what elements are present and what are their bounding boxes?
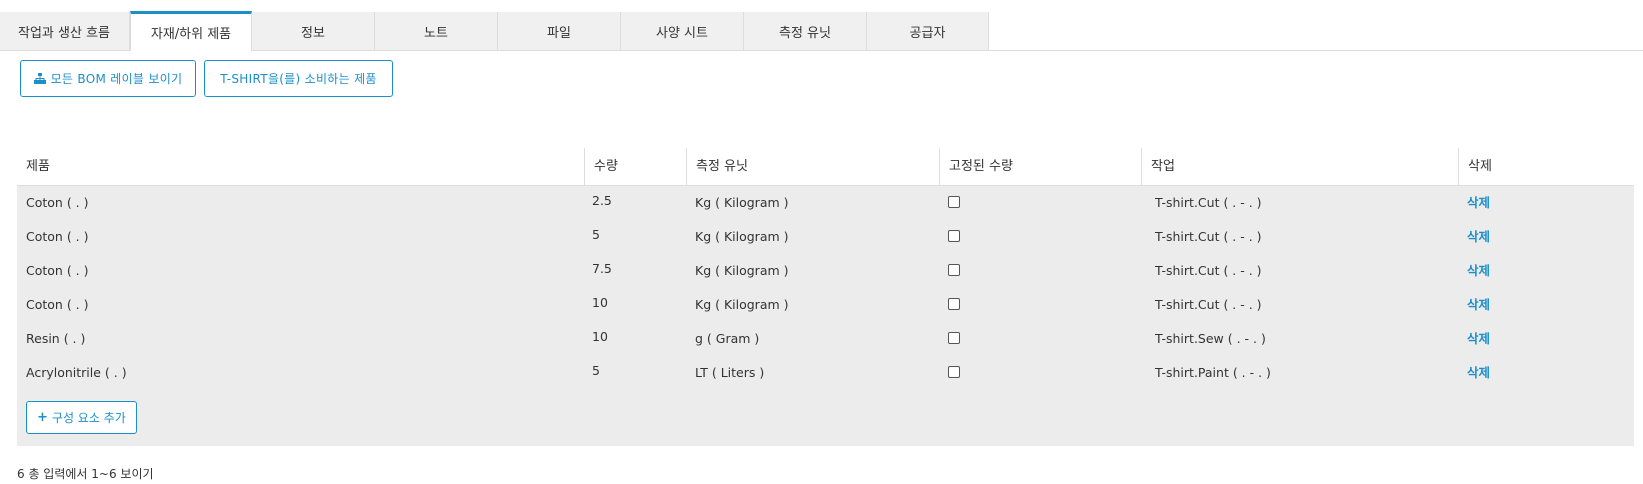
products-consuming-button[interactable]: T-SHIRT을(를) 소비하는 제품 [204,60,393,97]
delete-link[interactable]: 삭제 [1467,229,1490,244]
product-cell: Coton ( . ) [26,195,89,210]
fixed-quantity-checkbox[interactable] [948,332,960,344]
quantity-cell: 2.5 [592,193,612,208]
tab-suppliers[interactable]: 공급자 [867,12,989,50]
tab-bar: 작업과 생산 흐름 자재/하위 제품 정보 노트 파일 사양 시트 측정 유닛 … [0,11,1643,51]
operation-cell: T-shirt.Sew ( . - . ) [1155,331,1266,346]
delete-link[interactable]: 삭제 [1467,263,1490,278]
column-header-fixed-quantity[interactable]: 고정된 수량 [939,148,1141,186]
uom-cell: Kg ( Kilogram ) [695,195,789,210]
show-all-bom-levels-label: 모든 BOM 레이블 보이기 [50,72,183,86]
delete-cell: 삭제 [1458,288,1634,322]
column-header-product[interactable]: 제품 [17,148,584,186]
fixed-quantity-cell [939,356,1141,390]
delete-cell: 삭제 [1458,356,1634,390]
table-row: Coton ( . ) 5 Kg ( Kilogram ) T-shirt.Cu… [17,220,1634,254]
components-table: 제품 수량 측정 유닛 고정된 수량 작업 삭제 Coton ( . ) 2.5… [17,148,1634,446]
plus-icon: + [37,410,48,425]
table-row: Resin ( . ) 10 g ( Gram ) T-shirt.Sew ( … [17,322,1634,356]
delete-cell: 삭제 [1458,186,1634,220]
quantity-cell: 5 [592,227,600,242]
uom-cell: Kg ( Kilogram ) [695,297,789,312]
tab-label: 노트 [424,25,448,41]
table-header: 제품 수량 측정 유닛 고정된 수량 작업 삭제 [17,148,1634,186]
fixed-quantity-cell [939,186,1141,220]
quantity-cell: 10 [592,295,608,310]
tab-label: 자재/하위 제품 [150,27,232,42]
product-cell: Resin ( . ) [26,331,86,346]
delete-link[interactable]: 삭제 [1467,365,1490,380]
uom-cell: Kg ( Kilogram ) [695,229,789,244]
operation-cell: T-shirt.Paint ( . - . ) [1155,365,1271,380]
tab-info[interactable]: 정보 [252,12,375,50]
delete-cell: 삭제 [1458,220,1634,254]
column-header-quantity[interactable]: 수량 [584,148,686,186]
product-cell: Coton ( . ) [26,297,89,312]
table-row: Coton ( . ) 7.5 Kg ( Kilogram ) T-shirt.… [17,254,1634,288]
product-cell: Acrylonitrile ( . ) [26,365,127,380]
table-body: Coton ( . ) 2.5 Kg ( Kilogram ) T-shirt.… [17,186,1634,446]
fixed-quantity-checkbox[interactable] [948,196,960,208]
add-component-button[interactable]: + 구성 요소 추가 [26,401,137,434]
tab-notes[interactable]: 노트 [375,12,498,50]
tab-operations-flow[interactable]: 작업과 생산 흐름 [0,12,130,50]
table-footer-row: + 구성 요소 추가 [17,390,1634,446]
quantity-cell: 7.5 [592,261,612,276]
fixed-quantity-checkbox[interactable] [948,298,960,310]
product-cell: Coton ( . ) [26,263,89,278]
sitemap-icon [33,73,46,84]
fixed-quantity-checkbox[interactable] [948,264,960,276]
delete-link[interactable]: 삭제 [1467,331,1490,346]
uom-cell: Kg ( Kilogram ) [695,263,789,278]
pagination-summary: 6 총 입력에서 1~6 보이기 [17,467,154,481]
column-header-delete: 삭제 [1458,148,1634,186]
fixed-quantity-cell [939,322,1141,356]
tab-files[interactable]: 파일 [498,12,621,50]
fixed-quantity-checkbox[interactable] [948,366,960,378]
fixed-quantity-cell [939,288,1141,322]
add-component-label: 구성 요소 추가 [51,411,126,425]
tab-label: 공급자 [909,25,946,41]
tab-label: 파일 [547,25,571,41]
fixed-quantity-checkbox[interactable] [948,230,960,242]
tab-label: 사양 시트 [656,25,708,41]
table-row: Coton ( . ) 2.5 Kg ( Kilogram ) T-shirt.… [17,186,1634,220]
product-cell: Coton ( . ) [26,229,89,244]
fixed-quantity-cell [939,254,1141,288]
operation-cell: T-shirt.Cut ( . - . ) [1155,297,1262,312]
tab-label: 측정 유닛 [779,25,831,41]
tab-label: 정보 [301,25,325,41]
tab-label: 작업과 생산 흐름 [18,25,110,41]
operation-cell: T-shirt.Cut ( . - . ) [1155,263,1262,278]
operation-cell: T-shirt.Cut ( . - . ) [1155,195,1262,210]
operation-cell: T-shirt.Cut ( . - . ) [1155,229,1262,244]
delete-link[interactable]: 삭제 [1467,195,1490,210]
tab-units-of-measure[interactable]: 측정 유닛 [744,12,867,50]
uom-cell: g ( Gram ) [695,331,760,346]
show-all-bom-levels-button[interactable]: 모든 BOM 레이블 보이기 [20,60,196,97]
quantity-cell: 10 [592,329,608,344]
table-row: Acrylonitrile ( . ) 5 LT ( Liters ) T-sh… [17,356,1634,390]
delete-cell: 삭제 [1458,322,1634,356]
delete-cell: 삭제 [1458,254,1634,288]
quantity-cell: 5 [592,363,600,378]
uom-cell: LT ( Liters ) [695,365,765,380]
fixed-quantity-cell [939,220,1141,254]
column-header-uom[interactable]: 측정 유닛 [686,148,939,186]
table-row: Coton ( . ) 10 Kg ( Kilogram ) T-shirt.C… [17,288,1634,322]
products-consuming-label: T-SHIRT을(를) 소비하는 제품 [220,72,377,86]
delete-link[interactable]: 삭제 [1467,297,1490,312]
tab-spec-sheet[interactable]: 사양 시트 [621,12,744,50]
column-header-operation[interactable]: 작업 [1141,148,1458,186]
tab-materials-subproducts[interactable]: 자재/하위 제품 [130,11,252,51]
